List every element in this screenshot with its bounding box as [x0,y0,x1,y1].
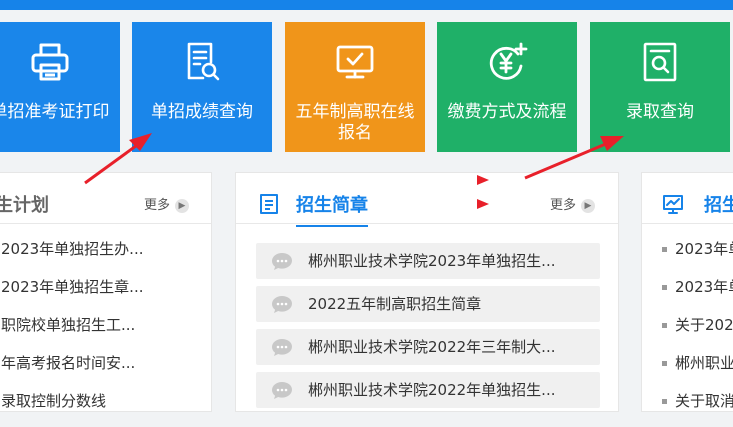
panel-header: 招生 [642,173,733,224]
tile-exam-score-query[interactable]: 单招成绩查询 [132,22,272,152]
panel-admission-third: 招生 2023年单 2023年单 关于2022 郴州职业 关于取消 [641,172,733,412]
list-item[interactable]: 年高考报名时间安... [0,351,211,389]
panel-title[interactable]: 招生 [704,191,733,217]
list-item[interactable]: 郴州职业技术学院2022年单独招生... [256,372,600,408]
list-item[interactable]: 录取控制分数线 [0,389,211,427]
chart-monitor-icon [662,193,684,215]
tile-payment-methods[interactable]: 缴费方式及流程 [437,22,577,152]
document-search-icon [180,40,224,84]
list-item[interactable]: 郴州职业技术学院2022年三年制大... [256,329,600,365]
chevron-right-icon: ▶ [581,199,596,213]
chat-bubble-icon [271,337,293,357]
bullet [662,361,667,366]
panel-header: 生计划 更多 ▶ [0,173,211,224]
tile-admission-ticket-print[interactable]: 单招准考证打印 [0,22,120,152]
list-item[interactable]: 郴州职业技术学院2023年单独招生... [256,243,600,279]
list-item[interactable]: 郴州职业 [642,351,733,389]
news-title: 郴州职业技术学院2022年三年制大... [308,338,556,356]
plan-list: 2023年单独招生办... 2023年单独招生章... 职院校单独招生工... … [0,237,211,427]
tile-label: 缴费方式及流程 [447,102,567,122]
bullet [662,399,667,404]
list-item[interactable]: 2023年单 [642,275,733,313]
document-search-icon [638,40,682,84]
panel-title[interactable]: 招生简章 [296,191,368,227]
list-item[interactable]: 2022五年制高职招生简章 [256,286,600,322]
list-item[interactable]: 关于取消 [642,389,733,427]
list-item[interactable]: 关于2022 [642,313,733,351]
chat-bubble-icon [271,251,293,271]
panel-admission-plan: 生计划 更多 ▶ 2023年单独招生办... 2023年单独招生章... 职院校单… [0,172,212,412]
chat-bubble-icon [271,294,293,314]
bullet [662,285,667,290]
news-title: 郴州职业技术学院2022年单独招生... [308,381,556,399]
top-nav-bar [0,0,733,10]
printer-icon [28,40,72,84]
third-list: 2023年单 2023年单 关于2022 郴州职业 关于取消 [642,237,733,427]
tile-admission-query[interactable]: 录取查询 [590,22,730,152]
tile-label: 单招成绩查询 [151,102,253,122]
document-list-icon [258,193,280,215]
chat-bubble-icon [271,380,293,400]
more-link[interactable]: 更多 ▶ [550,194,596,213]
panel-title: 生计划 [0,195,49,216]
tile-label: 录取查询 [626,102,694,122]
chevron-right-icon: ▶ [175,199,190,213]
list-item[interactable]: 2023年单独招生办... [0,237,211,275]
list-item[interactable]: 2023年单 [642,237,733,275]
panel-header: 招生简章 更多 ▶ [236,173,618,227]
more-link[interactable]: 更多 ▶ [144,194,190,213]
news-title: 2022五年制高职招生简章 [308,295,482,313]
bullet [662,323,667,328]
tile-five-year-online-registration[interactable]: 五年制高职在线报名 [285,22,425,152]
list-item[interactable]: 2023年单独招生章... [0,275,211,313]
panel-admission-brochure: 招生简章 更多 ▶ 郴州职业技术学院2023年单独招生... 2022五年制高职招… [235,172,619,412]
bullet [662,247,667,252]
news-title: 郴州职业技术学院2023年单独招生... [308,252,556,270]
list-item[interactable]: 职院校单独招生工... [0,313,211,351]
tile-label: 单招准考证打印 [0,102,110,122]
yuan-coin-icon [485,40,529,84]
monitor-check-icon [333,40,377,84]
tile-label: 五年制高职在线报名 [295,102,415,143]
